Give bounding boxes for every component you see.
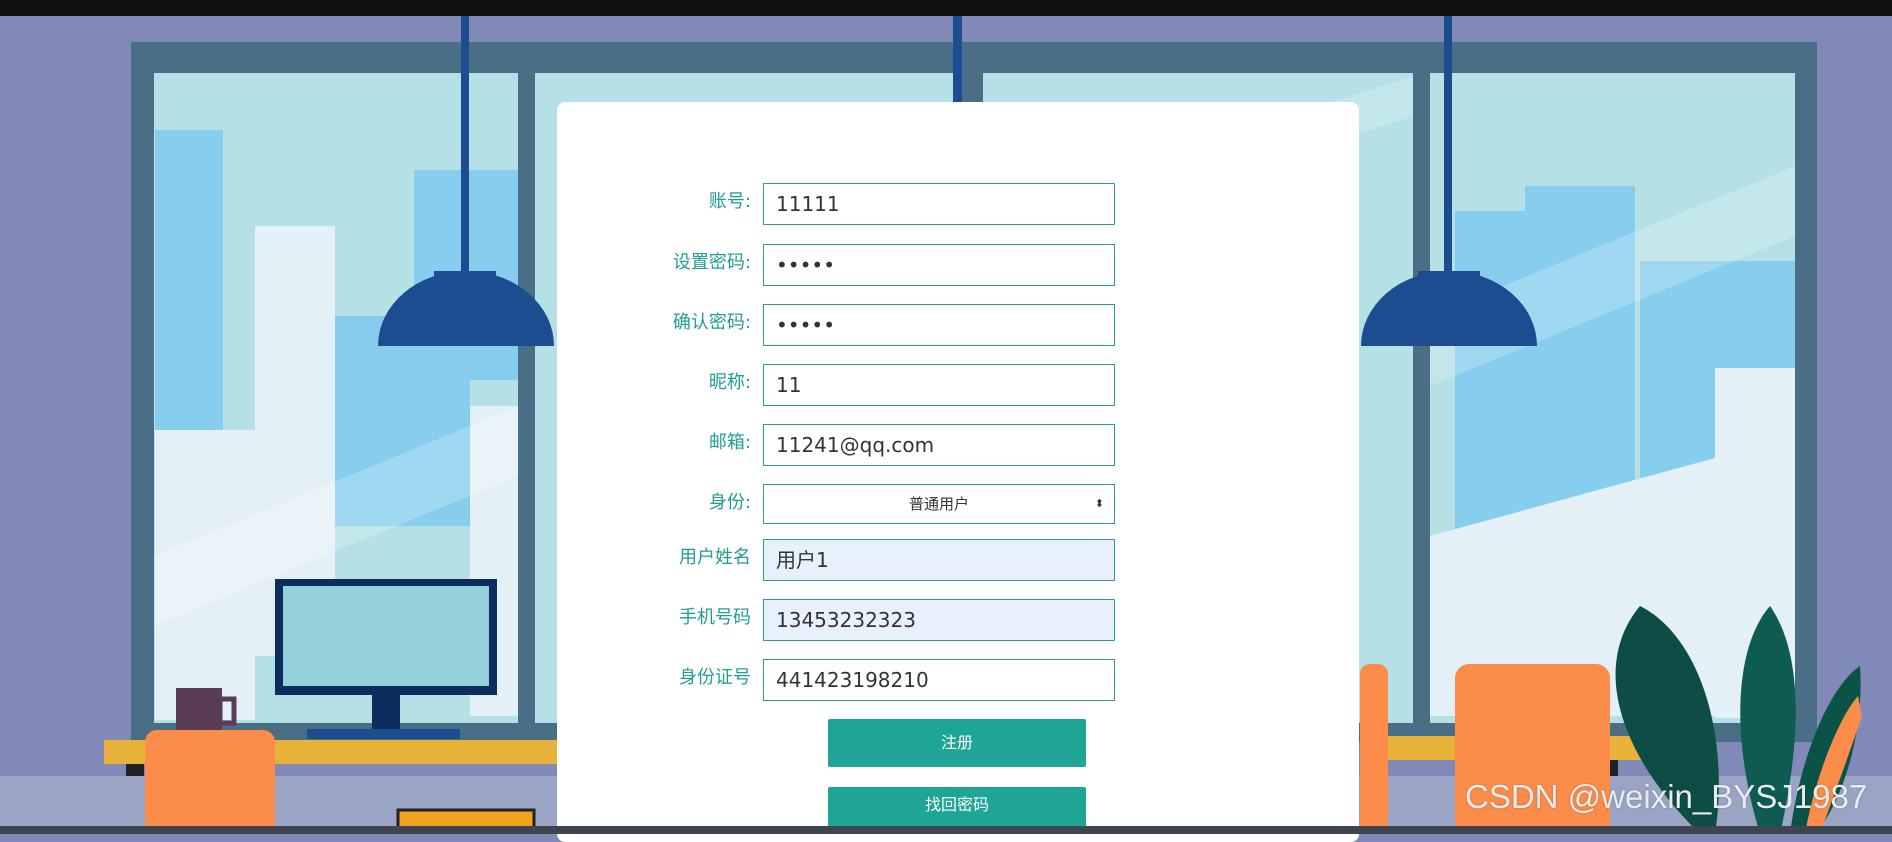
nickname-label: 昵称: (708, 372, 751, 393)
role-row: 身份: 普通用户 ⬍ (557, 484, 1359, 530)
role-selected-value: 普通用户 (908, 495, 969, 513)
top-bar (0, 0, 1892, 16)
account-row: 账号: 11111 (557, 183, 1359, 229)
phone-row: 手机号码 13453232323 (557, 599, 1359, 645)
chair-left (145, 730, 275, 834)
id-number-input[interactable]: 441423198210 (763, 659, 1115, 701)
nickname-row: 昵称: 11 (557, 364, 1359, 410)
phone-label: 手机号码 (679, 607, 751, 628)
user-name-row: 用户姓名 用户1 (557, 539, 1359, 585)
id-number-row: 身份证号 441423198210 (557, 659, 1359, 705)
account-input[interactable]: 11111 (763, 183, 1115, 225)
confirm-password-label: 确认密码: (672, 312, 751, 333)
password-label: 设置密码: (672, 252, 751, 273)
lamp-center (953, 16, 962, 106)
email-row: 邮箱: 11241@qq.com (557, 424, 1359, 470)
phone-input[interactable]: 13453232323 (763, 599, 1115, 641)
watermark-text: CSDN @weixin_BYSJ1987 (1465, 778, 1868, 815)
email-label: 邮箱: (708, 432, 751, 453)
select-arrows-icon: ⬍ (1094, 497, 1104, 510)
email-input[interactable]: 11241@qq.com (763, 424, 1115, 466)
account-label: 账号: (708, 191, 751, 212)
register-form-card: 账号: 11111 设置密码: ••••• 确认密码: ••••• 昵称: 11… (557, 102, 1359, 842)
nickname-input[interactable]: 11 (763, 364, 1115, 406)
role-select[interactable]: 普通用户 ⬍ (763, 484, 1115, 524)
confirm-password-input[interactable]: ••••• (763, 304, 1115, 346)
bottom-strip (0, 826, 1892, 834)
user-name-label: 用户姓名 (679, 547, 751, 568)
user-name-input[interactable]: 用户1 (763, 539, 1115, 581)
password-input[interactable]: ••••• (763, 244, 1115, 286)
password-row: 设置密码: ••••• (557, 244, 1359, 290)
id-number-label: 身份证号 (679, 667, 751, 688)
role-label: 身份: (708, 492, 751, 513)
register-button[interactable]: 注册 (828, 719, 1086, 767)
confirm-password-row: 确认密码: ••••• (557, 304, 1359, 350)
recover-password-button[interactable]: 找回密码 (828, 787, 1086, 827)
